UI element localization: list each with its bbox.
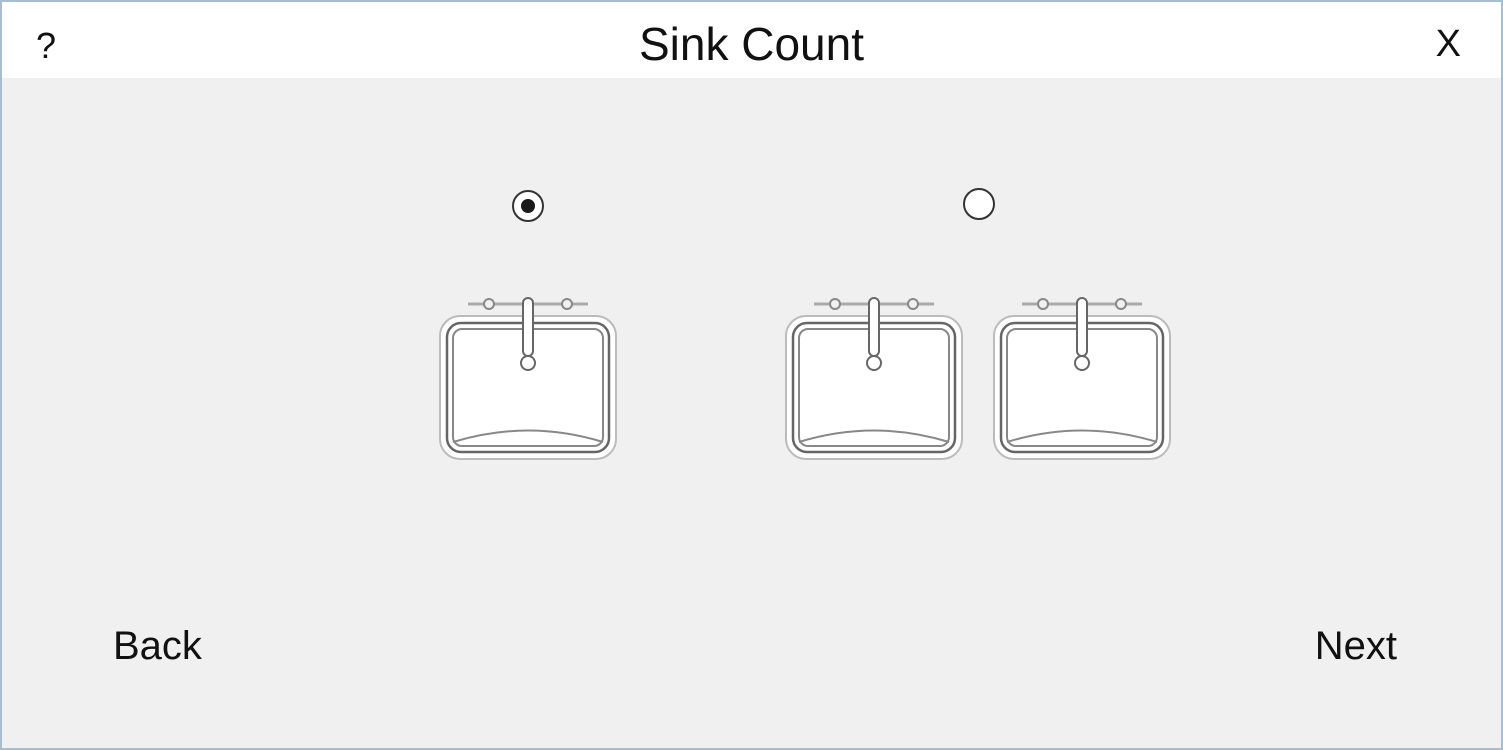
radio-double-sink[interactable] [963,188,995,220]
next-button[interactable]: Next [1315,622,1397,670]
page-title: Sink Count [638,18,864,70]
title-bar: ? Sink Count X [2,2,1501,78]
back-button[interactable]: Back [113,622,202,670]
double-sink-option[interactable] [784,294,1174,464]
sink-icon [993,297,1171,460]
sink-icon [785,297,963,460]
radio-single-sink[interactable] [512,190,544,222]
single-sink-option[interactable] [438,294,618,464]
sink-icon [439,297,617,460]
close-button[interactable]: X [1436,22,1461,66]
sink-count-window: ? Sink Count X Back Next [0,0,1503,750]
